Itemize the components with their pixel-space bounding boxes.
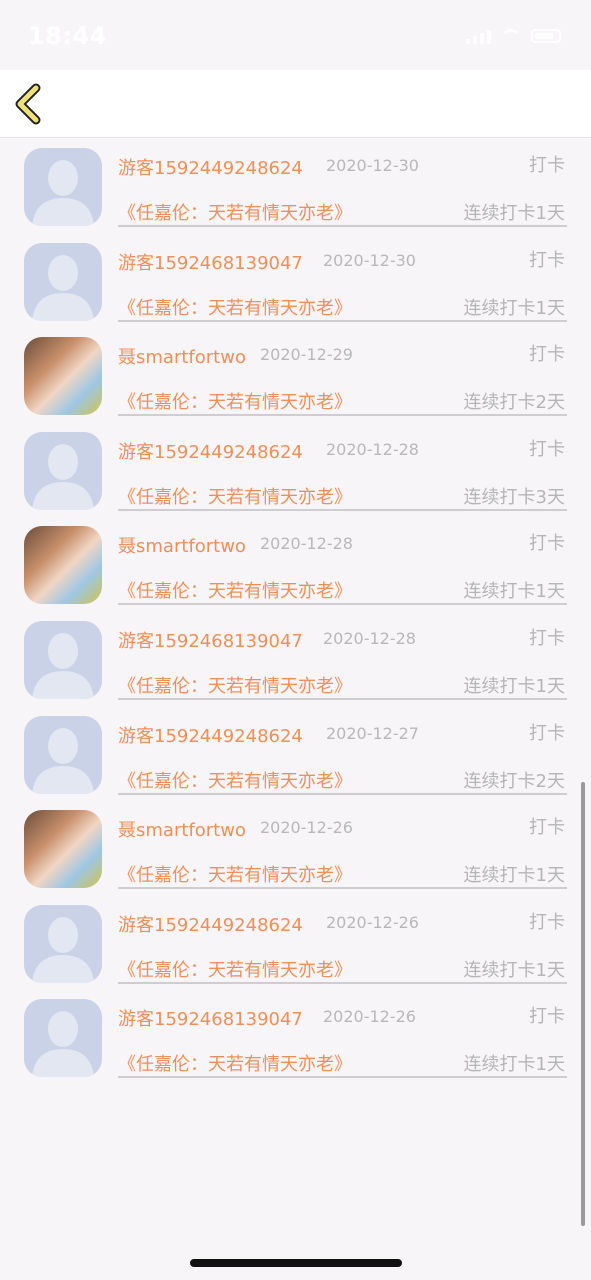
user-name[interactable]: 游客1592468139047 xyxy=(118,1005,303,1031)
checkin-label: 打卡 xyxy=(529,438,565,460)
list-item[interactable]: 游客1592449248624 2020-12-27 打卡《任嘉伦：天若有情天亦老》… xyxy=(0,706,591,801)
checkin-label: 打卡 xyxy=(529,344,565,366)
default-avatar[interactable] xyxy=(24,999,102,1078)
user-name[interactable]: 游客1592449248624 xyxy=(118,911,303,937)
status-time: 18:44 xyxy=(28,22,107,50)
user-name[interactable]: 聂smartfortwo xyxy=(118,816,246,842)
list-item[interactable]: 游客1592449248624 2020-12-28 打卡《任嘉伦：天若有情天亦老》… xyxy=(0,422,591,517)
user-name[interactable]: 游客1592449248624 xyxy=(118,154,303,180)
checkin-date: 2020-12-30 xyxy=(323,250,416,270)
checkin-label: 打卡 xyxy=(529,533,565,555)
default-avatar[interactable] xyxy=(24,148,102,226)
streak-text: 连续打卡1天 xyxy=(463,581,565,603)
chevron-left-icon xyxy=(15,83,41,125)
battery-icon xyxy=(531,29,561,43)
streak-text: 连续打卡2天 xyxy=(463,392,565,414)
book-title[interactable]: 《任嘉伦：天若有情天亦老》 xyxy=(118,672,352,698)
row-divider xyxy=(118,792,567,795)
checkin-label: 打卡 xyxy=(529,249,565,271)
checkin-date: 2020-12-30 xyxy=(326,156,419,175)
row-divider xyxy=(118,1076,567,1079)
person-silhouette-icon xyxy=(32,727,94,794)
checkin-label: 打卡 xyxy=(529,722,565,744)
user-name[interactable]: 游客1592449248624 xyxy=(118,438,303,464)
person-silhouette-icon xyxy=(32,254,94,321)
streak-text: 连续打卡1天 xyxy=(463,203,565,224)
user-name[interactable]: 游客1592449248624 xyxy=(118,722,303,748)
row-divider xyxy=(118,887,567,890)
list-item[interactable]: 游客1592468139047 2020-12-30 打卡《任嘉伦：天若有情天亦老》… xyxy=(0,233,591,328)
user-name[interactable]: 聂smartfortwo xyxy=(118,532,246,558)
default-avatar[interactable] xyxy=(24,431,102,510)
row-divider xyxy=(118,508,567,511)
checkin-date: 2020-12-28 xyxy=(326,439,419,459)
book-title[interactable]: 《任嘉伦：天若有情天亦老》 xyxy=(118,1050,352,1076)
checkin-list[interactable]: 游客1592449248624 2020-12-30 打卡 《任嘉伦：天若有情天亦老》… xyxy=(0,138,591,1084)
photo-avatar[interactable] xyxy=(24,810,102,889)
checkin-label: 打卡 xyxy=(529,1006,565,1028)
scrollbar[interactable] xyxy=(581,782,585,1226)
streak-text: 连续打卡1天 xyxy=(463,675,565,697)
user-name[interactable]: 聂smartfortwo xyxy=(118,343,246,369)
checkin-label: 打卡 xyxy=(529,627,565,649)
checkin-date: 2020-12-28 xyxy=(323,628,416,648)
list-item[interactable]: 游客1592468139047 2020-12-28 打卡《任嘉伦：天若有情天亦老》… xyxy=(0,611,591,706)
streak-text: 连续打卡2天 xyxy=(463,770,565,792)
checkin-date: 2020-12-26 xyxy=(326,912,419,932)
person-silhouette-icon xyxy=(32,916,94,983)
person-silhouette-icon xyxy=(32,1011,94,1078)
home-indicator[interactable] xyxy=(190,1259,402,1267)
streak-text: 连续打卡1天 xyxy=(463,1054,565,1076)
person-silhouette-icon xyxy=(32,160,94,226)
default-avatar[interactable] xyxy=(24,904,102,983)
wifi-icon xyxy=(501,29,521,43)
book-title[interactable]: 《任嘉伦：天若有情天亦老》 xyxy=(118,388,352,414)
checkin-label: 打卡 xyxy=(529,817,565,839)
list-item[interactable]: 聂smartfortwo 2020-12-26 打卡《任嘉伦：天若有情天亦老》 连续打… xyxy=(0,800,591,895)
back-button[interactable] xyxy=(12,82,52,126)
book-title[interactable]: 《任嘉伦：天若有情天亦老》 xyxy=(118,956,352,982)
signal-icon xyxy=(466,28,491,44)
streak-text: 连续打卡1天 xyxy=(463,297,565,319)
photo-avatar[interactable] xyxy=(24,337,102,416)
default-avatar[interactable] xyxy=(24,242,102,321)
row-divider xyxy=(118,981,567,984)
checkin-label: 打卡 xyxy=(529,155,565,176)
user-name[interactable]: 游客1592468139047 xyxy=(118,249,303,275)
book-title[interactable]: 《任嘉伦：天若有情天亦老》 xyxy=(118,294,352,320)
checkin-label: 打卡 xyxy=(529,911,565,933)
book-title[interactable]: 《任嘉伦：天若有情天亦老》 xyxy=(118,199,352,225)
book-title[interactable]: 《任嘉伦：天若有情天亦老》 xyxy=(118,861,352,887)
checkin-date: 2020-12-26 xyxy=(260,818,353,838)
list-item[interactable]: 游客1592468139047 2020-12-26 打卡《任嘉伦：天若有情天亦老》… xyxy=(0,989,591,1084)
book-title[interactable]: 《任嘉伦：天若有情天亦老》 xyxy=(118,577,352,603)
person-silhouette-icon xyxy=(32,632,94,699)
row-divider xyxy=(118,603,567,606)
row-divider xyxy=(118,697,567,700)
nav-bar xyxy=(0,70,591,138)
checkin-date: 2020-12-29 xyxy=(260,345,353,365)
streak-text: 连续打卡3天 xyxy=(463,486,565,508)
list-item[interactable]: 聂smartfortwo 2020-12-29 打卡《任嘉伦：天若有情天亦老》 连续打… xyxy=(0,327,591,422)
checkin-date: 2020-12-26 xyxy=(323,1007,416,1027)
default-avatar[interactable] xyxy=(24,715,102,794)
row-divider xyxy=(118,225,567,227)
default-avatar[interactable] xyxy=(24,620,102,699)
book-title[interactable]: 《任嘉伦：天若有情天亦老》 xyxy=(118,483,352,509)
streak-text: 连续打卡1天 xyxy=(463,865,565,887)
photo-avatar[interactable] xyxy=(24,526,102,605)
status-bar: 18:44 xyxy=(0,0,591,70)
user-name[interactable]: 游客1592468139047 xyxy=(118,627,303,653)
status-icons xyxy=(466,26,561,46)
list-item[interactable]: 游客1592449248624 2020-12-26 打卡《任嘉伦：天若有情天亦老》… xyxy=(0,895,591,990)
checkin-date: 2020-12-27 xyxy=(326,723,419,743)
row-divider xyxy=(118,319,567,322)
list-item[interactable]: 游客1592449248624 2020-12-30 打卡《任嘉伦：天若有情天亦老》… xyxy=(0,138,591,233)
person-silhouette-icon xyxy=(32,443,94,510)
row-divider xyxy=(118,414,567,417)
list-item[interactable]: 聂smartfortwo 2020-12-28 打卡《任嘉伦：天若有情天亦老》 连续打… xyxy=(0,516,591,611)
streak-text: 连续打卡1天 xyxy=(463,959,565,981)
checkin-date: 2020-12-28 xyxy=(260,534,353,554)
book-title[interactable]: 《任嘉伦：天若有情天亦老》 xyxy=(118,767,352,793)
